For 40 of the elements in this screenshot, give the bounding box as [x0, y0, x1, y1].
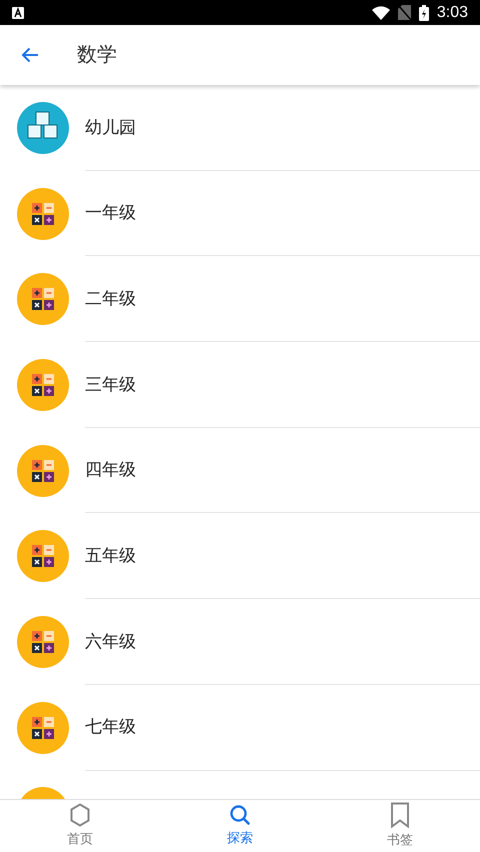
math-symbols-icon — [17, 273, 69, 326]
math-symbols-icon — [17, 702, 69, 754]
grade-label: 四年级 — [85, 459, 136, 482]
grade-label: 六年级 — [85, 630, 136, 653]
no-sim-icon — [398, 5, 411, 20]
hexagon-icon — [69, 803, 91, 828]
grade-label: 五年级 — [85, 545, 136, 568]
grade-list-item[interactable]: 六年级 — [0, 599, 480, 685]
nav-tab[interactable]: 首页 — [0, 800, 160, 852]
nav-label: 探索 — [227, 829, 253, 848]
nav-tab[interactable]: 书签 — [320, 800, 480, 852]
battery-charging-icon — [418, 4, 429, 20]
grade-label: 二年级 — [85, 288, 136, 310]
math-symbols-icon — [17, 358, 69, 411]
grade-label: 七年级 — [85, 716, 136, 738]
grade-list-item[interactable]: 五年级 — [0, 513, 480, 600]
grade-label: 幼儿园 — [85, 116, 136, 139]
back-arrow-icon — [21, 47, 39, 63]
nav-label: 书签 — [387, 831, 413, 850]
nav-label: 首页 — [67, 830, 93, 848]
math-symbols-icon — [17, 616, 69, 668]
blocks-icon — [17, 102, 69, 154]
wifi-icon — [372, 6, 390, 20]
bookmark-icon — [390, 802, 410, 828]
grade-list-item[interactable]: 三年级 — [0, 342, 480, 428]
page-title: 数学 — [77, 43, 117, 68]
status-time: 3:03 — [436, 2, 468, 22]
nav-tab[interactable]: 探索 — [160, 800, 320, 852]
math-symbols-icon — [17, 188, 69, 240]
search-icon — [229, 804, 251, 826]
grade-list-item[interactable]: 幼儿园 — [0, 85, 480, 171]
math-symbols-icon — [17, 444, 69, 497]
notification-icon — [12, 6, 24, 18]
grade-list-item[interactable]: 七年级 — [0, 684, 480, 770]
grade-list-item[interactable]: 一年级 — [0, 170, 480, 256]
grade-label: 一年级 — [85, 202, 136, 224]
math-symbols-icon — [17, 530, 69, 582]
grade-label: 三年级 — [85, 374, 136, 396]
grade-list-item[interactable]: 四年级 — [0, 428, 480, 514]
grade-list-item[interactable]: 二年级 — [0, 256, 480, 342]
